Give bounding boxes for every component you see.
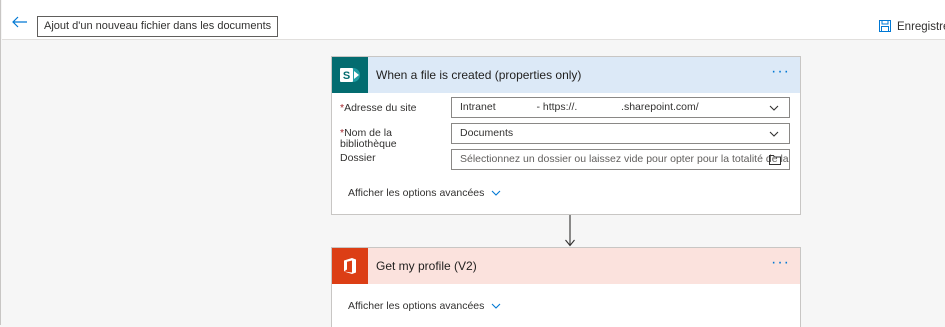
- chevron-down-icon: [491, 303, 501, 309]
- more-options-icon[interactable]: ···: [771, 254, 790, 272]
- save-icon: [879, 20, 891, 35]
- connector-arrow-icon: [565, 215, 575, 247]
- chevron-down-icon: [491, 190, 501, 196]
- chevron-down-icon: [769, 105, 779, 111]
- site-address-label: *Adresse du site: [340, 102, 417, 114]
- save-label: Enregistre: [897, 21, 945, 33]
- show-advanced-options-link[interactable]: Afficher les options avancées: [348, 187, 501, 199]
- action-card-header[interactable]: Get my profile (V2) ···: [332, 248, 800, 284]
- sharepoint-logo-icon: S: [332, 57, 368, 93]
- svg-text:S: S: [343, 70, 350, 82]
- trigger-title: When a file is created (properties only): [376, 68, 582, 82]
- office365-logo-icon: [332, 248, 368, 284]
- trigger-card: S When a file is created (properties onl…: [331, 56, 801, 215]
- library-name-dropdown[interactable]: Documents: [451, 123, 790, 144]
- show-advanced-options-link[interactable]: Afficher les options avancées: [348, 300, 501, 312]
- more-options-icon[interactable]: ···: [771, 63, 790, 81]
- site-address-dropdown[interactable]: Intranet - https://. .sharepoint.com/: [451, 97, 790, 118]
- library-name-label: *Nom de la bibliothèque: [340, 127, 397, 150]
- flow-editor: Ajout d'un nouveau fichier dans les docu…: [0, 0, 945, 327]
- trigger-card-header[interactable]: S When a file is created (properties onl…: [332, 57, 800, 93]
- action-card: Get my profile (V2) ··· Afficher les opt…: [331, 247, 801, 327]
- save-button[interactable]: Enregistre: [879, 20, 945, 36]
- chevron-down-icon: [769, 131, 779, 137]
- flow-title-input[interactable]: Ajout d'un nouveau fichier dans les docu…: [37, 16, 278, 37]
- action-title: Get my profile (V2): [376, 259, 477, 273]
- folder-icon[interactable]: [769, 154, 781, 165]
- folder-input[interactable]: Sélectionnez un dossier ou laissez vide …: [451, 149, 790, 170]
- back-arrow-icon[interactable]: [12, 16, 30, 30]
- folder-label: Dossier: [340, 152, 376, 164]
- top-bar: Ajout d'un nouveau fichier dans les docu…: [2, 0, 945, 40]
